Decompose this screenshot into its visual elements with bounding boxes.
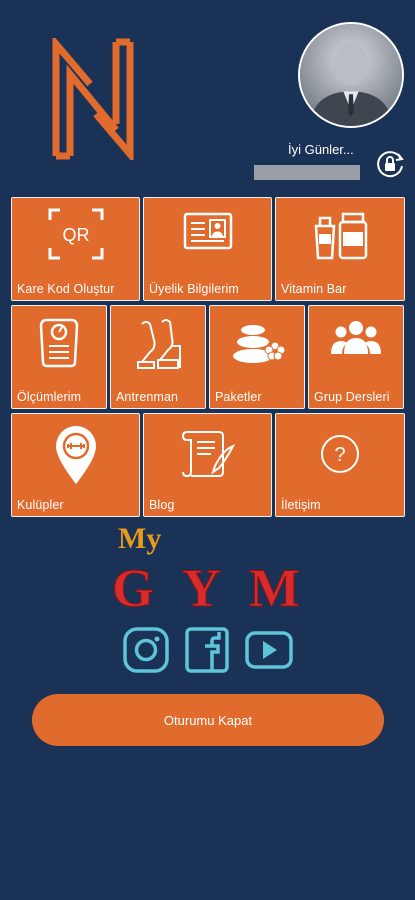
tile-label: Vitamin Bar <box>281 282 347 296</box>
help-circle-icon: ? <box>321 435 359 473</box>
tile-membership[interactable]: Üyelik Bilgilerim <box>143 197 272 301</box>
social-links <box>122 626 294 674</box>
tile-training[interactable]: Antrenman <box>110 305 206 409</box>
qr-code-icon: QR <box>48 208 103 260</box>
tile-label: İletişim <box>281 498 321 512</box>
tile-vitamin-bar[interactable]: Vitamin Bar <box>275 197 405 301</box>
refresh-lock-icon <box>377 151 404 178</box>
tile-label: Kare Kod Oluştur <box>17 282 115 296</box>
tile-label: Kulüpler <box>17 498 64 512</box>
svg-text:?: ? <box>334 444 345 466</box>
avatar[interactable] <box>298 22 404 128</box>
tile-group-classes[interactable]: Grup Dersleri <box>308 305 404 409</box>
training-icon <box>137 319 181 369</box>
tile-packages[interactable]: Paketler <box>209 305 305 409</box>
username-redacted <box>254 165 360 180</box>
n-brand-logo-icon <box>52 38 134 160</box>
refresh-lock-button[interactable] <box>374 148 406 180</box>
tile-measurements[interactable]: Ölçümlerim <box>11 305 107 409</box>
logout-button[interactable]: Oturumu Kapat <box>32 694 384 746</box>
greeting-text: İyi Günler... <box>288 142 354 157</box>
scale-icon <box>39 318 79 368</box>
tile-label: Grup Dersleri <box>314 390 390 404</box>
tile-label: Ölçümlerim <box>17 390 82 404</box>
tile-clubs[interactable]: Kulüpler <box>11 413 140 517</box>
tile-blog[interactable]: Blog <box>143 413 272 517</box>
logout-label: Oturumu Kapat <box>163 712 253 728</box>
tile-qr-code[interactable]: QR Kare Kod Oluştur <box>11 197 140 301</box>
brand-my-text: My <box>118 522 161 555</box>
svg-text:QR: QR <box>62 225 89 245</box>
group-icon <box>331 321 381 354</box>
tile-label: Üyelik Bilgilerim <box>149 282 239 296</box>
tile-contact[interactable]: ? İletişim <box>275 413 405 517</box>
spa-stones-icon <box>233 325 285 363</box>
instagram-icon[interactable] <box>122 626 170 674</box>
brand-gym-text: GYM <box>112 558 302 615</box>
mygym-brand-logo: My GYM <box>112 522 302 615</box>
scroll-quill-icon <box>181 431 235 478</box>
facebook-icon[interactable] <box>184 626 230 674</box>
youtube-icon[interactable] <box>244 630 294 670</box>
user-avatar-icon <box>300 24 402 126</box>
tile-label: Paketler <box>215 390 262 404</box>
supplement-jars-icon <box>314 212 368 260</box>
tile-label: Blog <box>149 498 175 512</box>
club-location-icon <box>55 426 96 484</box>
tile-label: Antrenman <box>116 390 179 404</box>
id-card-icon <box>183 212 232 250</box>
